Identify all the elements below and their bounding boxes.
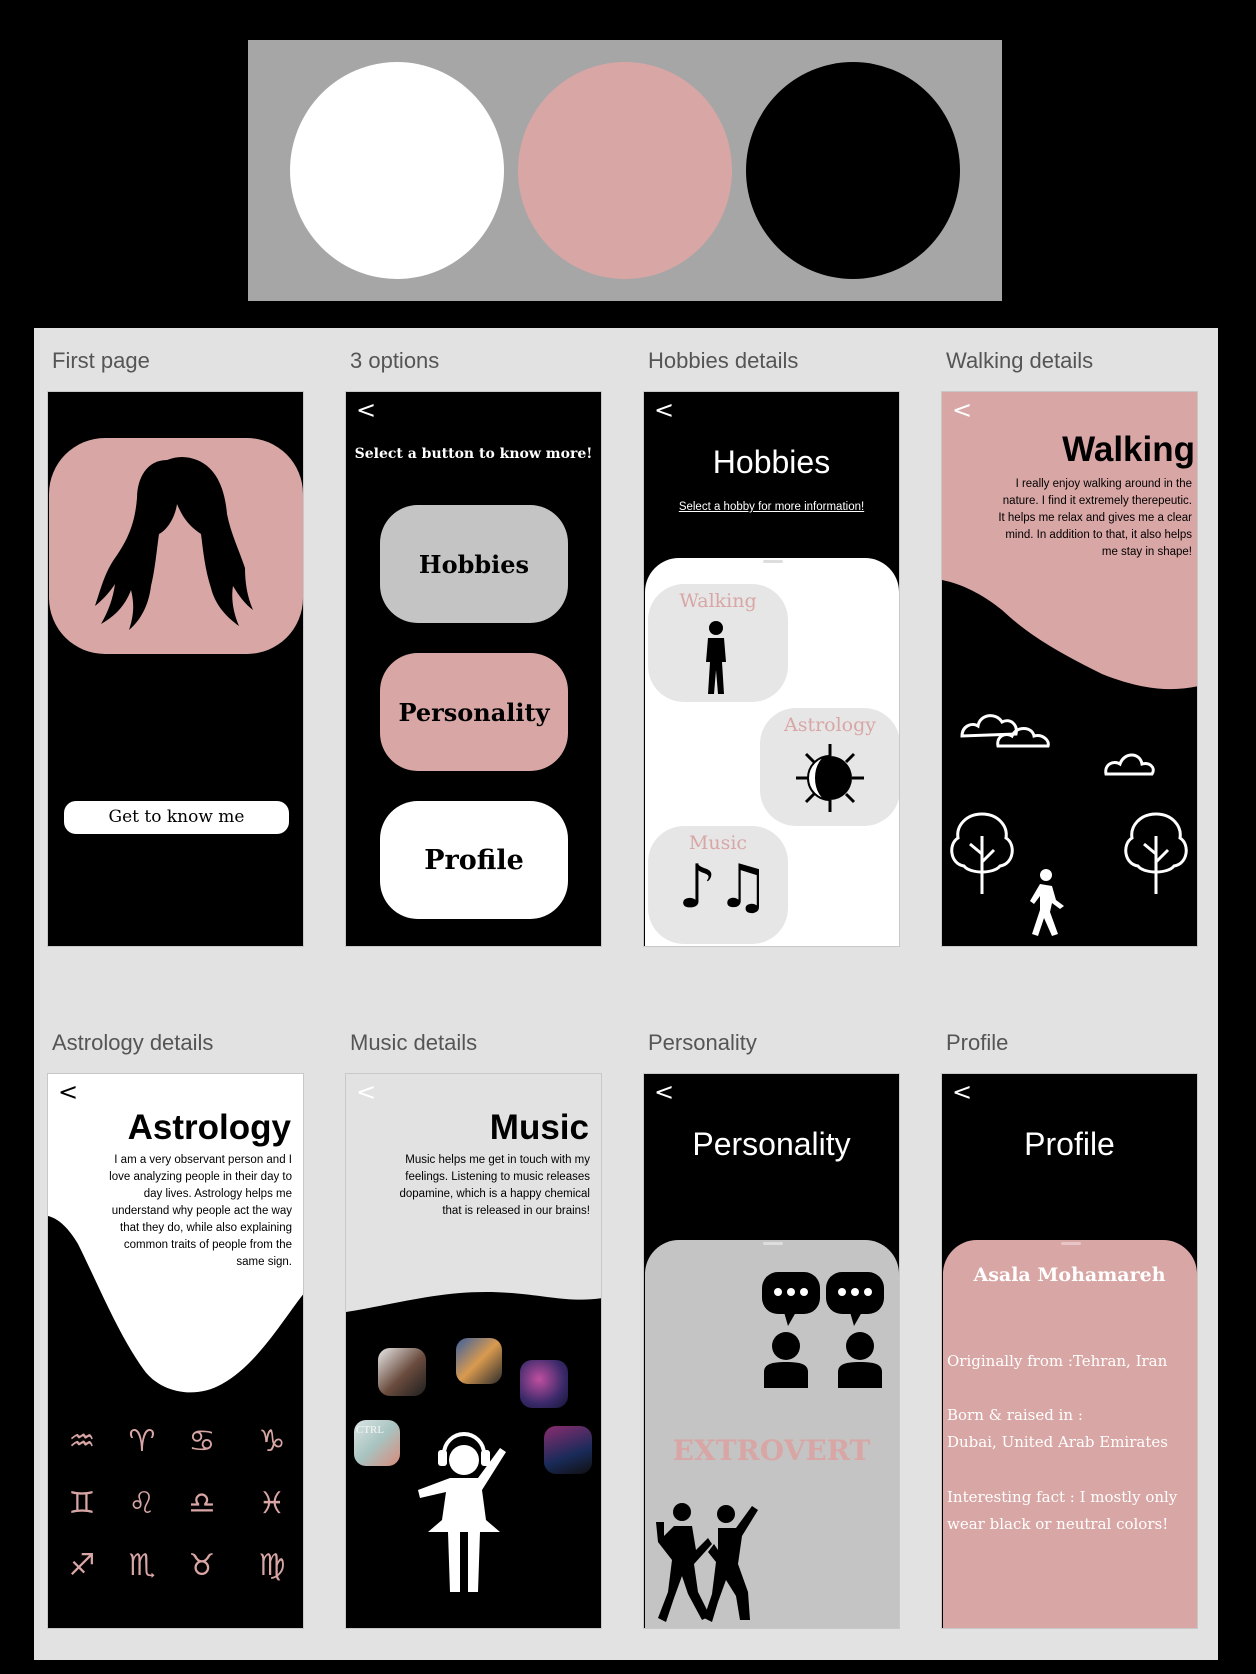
- scorpio-icon: ♏: [128, 1548, 156, 1583]
- album-text: CTRL: [356, 1424, 385, 1436]
- cancer-icon: ♋: [188, 1424, 216, 1459]
- walking-hobby-label: Walking: [679, 590, 757, 612]
- cloud-icon: [1104, 753, 1155, 776]
- frame-label-hobbies: Hobbies details: [648, 348, 799, 373]
- frame-label-walking: Walking details: [946, 348, 1094, 373]
- music-screen: < Music Music helps me get in touch with…: [345, 1073, 602, 1629]
- walking-hobby-button[interactable]: Walking: [648, 584, 788, 702]
- hobbies-button[interactable]: Hobbies: [380, 505, 568, 623]
- album-cover: [456, 1338, 502, 1384]
- options-heading: Select a button to know more!: [354, 446, 593, 462]
- frame-label-first: First page: [52, 348, 150, 373]
- back-icon[interactable]: <: [356, 1080, 376, 1104]
- frame-label-options: 3 options: [350, 348, 440, 373]
- options-screen: < Select a button to know more! Hobbies …: [345, 391, 602, 947]
- back-icon[interactable]: <: [58, 1080, 78, 1104]
- album-cover-ctrl: CTRL: [354, 1420, 400, 1466]
- swatch-pink: [518, 62, 732, 279]
- walking-title: Walking: [1062, 430, 1195, 469]
- profile-title: Profile: [1024, 1126, 1115, 1162]
- music-hobby-button[interactable]: Music ♪♫: [648, 826, 788, 944]
- personality-trait: EXTROVERT: [672, 1434, 871, 1467]
- back-icon[interactable]: <: [952, 1080, 972, 1104]
- walking-person-icon: [706, 621, 726, 694]
- virgo-icon: ♍: [258, 1548, 286, 1583]
- astrology-hobby-label: Astrology: [783, 714, 877, 736]
- album-cover: [520, 1360, 568, 1408]
- swatch-white: [290, 62, 504, 279]
- astrology-screen: < Astrology I am a very observant person…: [47, 1073, 304, 1629]
- album-cover: [544, 1426, 592, 1474]
- sheet-handle: [763, 560, 783, 563]
- astrology-title: Astrology: [127, 1108, 291, 1147]
- astrology-text: I am a very observant person and I love …: [109, 1154, 292, 1268]
- personality-button[interactable]: Personality: [380, 653, 568, 771]
- hero-card: [49, 438, 303, 654]
- back-icon[interactable]: <: [356, 398, 376, 422]
- profile-button[interactable]: Profile: [380, 801, 568, 919]
- back-icon[interactable]: <: [654, 1080, 674, 1104]
- libra-icon: ♎: [188, 1486, 216, 1521]
- swatch-black: [746, 62, 960, 279]
- aries-icon: ♈: [128, 1424, 156, 1459]
- dancing-people-icon: [656, 1503, 758, 1622]
- sheet-handle: [1061, 1242, 1081, 1245]
- aquarius-icon: ♒: [68, 1424, 96, 1459]
- music-title: Music: [489, 1108, 589, 1147]
- color-palette: [248, 40, 1002, 301]
- walking-screen: < Walking I really enjoy walking around …: [941, 391, 1198, 947]
- get-to-know-me-button[interactable]: Get to know me: [64, 801, 289, 834]
- profile-fact: Interesting fact : I mostly only wear bl…: [947, 1488, 1178, 1533]
- leo-icon: ♌: [128, 1486, 156, 1521]
- conversation-people-icon: [762, 1272, 884, 1388]
- gemini-icon: ♊: [68, 1486, 96, 1521]
- first-page-screen: Get to know me: [47, 391, 304, 947]
- personality-screen: < Personality EXTROVERT: [643, 1073, 900, 1629]
- hobbies-title: Hobbies: [712, 444, 831, 480]
- woman-silhouette-icon: [95, 457, 253, 630]
- walking-person-icon: [1030, 869, 1064, 936]
- music-text: Music helps me get in touch with my feel…: [399, 1154, 591, 1217]
- capricorn-icon: ♑: [258, 1424, 286, 1459]
- tree-icon: [950, 812, 1014, 894]
- clouds-icon: [960, 714, 1050, 748]
- walking-text: I really enjoy walking around in the nat…: [998, 478, 1192, 558]
- frame-label-astrology: Astrology details: [52, 1030, 214, 1055]
- frame-label-personality: Personality: [648, 1030, 757, 1055]
- sheet-handle: [763, 1242, 783, 1245]
- astrology-hobby-button[interactable]: Astrology: [760, 708, 899, 826]
- sagittarius-icon: ♐: [68, 1548, 96, 1583]
- back-icon[interactable]: <: [654, 398, 674, 422]
- back-icon[interactable]: <: [952, 398, 972, 422]
- sun-moon-icon: [796, 744, 864, 812]
- profile-screen: < Profile Asala Mohamareh Originally fro…: [941, 1073, 1198, 1629]
- taurus-icon: ♉: [188, 1548, 216, 1583]
- music-notes-icon: ♪♫: [678, 852, 771, 922]
- frame-label-music: Music details: [350, 1030, 478, 1055]
- music-hobby-label: Music: [688, 832, 748, 854]
- tree-icon: [1124, 812, 1188, 894]
- pisces-icon: ♓: [258, 1486, 286, 1521]
- hobbies-subtitle: Select a hobby for more information!: [678, 501, 865, 513]
- dancing-girl-headphones-icon: [418, 1432, 506, 1592]
- profile-born-place: Dubai, United Arab Emirates: [947, 1433, 1168, 1451]
- profile-born-label: Born & raised in :: [947, 1406, 1083, 1424]
- hobbies-screen: < Hobbies Select a hobby for more inform…: [643, 391, 900, 947]
- profile-name: Asala Mohamareh: [973, 1264, 1166, 1286]
- frame-label-profile: Profile: [946, 1030, 1009, 1055]
- profile-origin: Originally from :Tehran, Iran: [947, 1352, 1168, 1370]
- design-board: First page 3 options Hobbies details Wal…: [34, 328, 1218, 1660]
- album-cover: [378, 1348, 426, 1396]
- personality-title: Personality: [692, 1126, 851, 1162]
